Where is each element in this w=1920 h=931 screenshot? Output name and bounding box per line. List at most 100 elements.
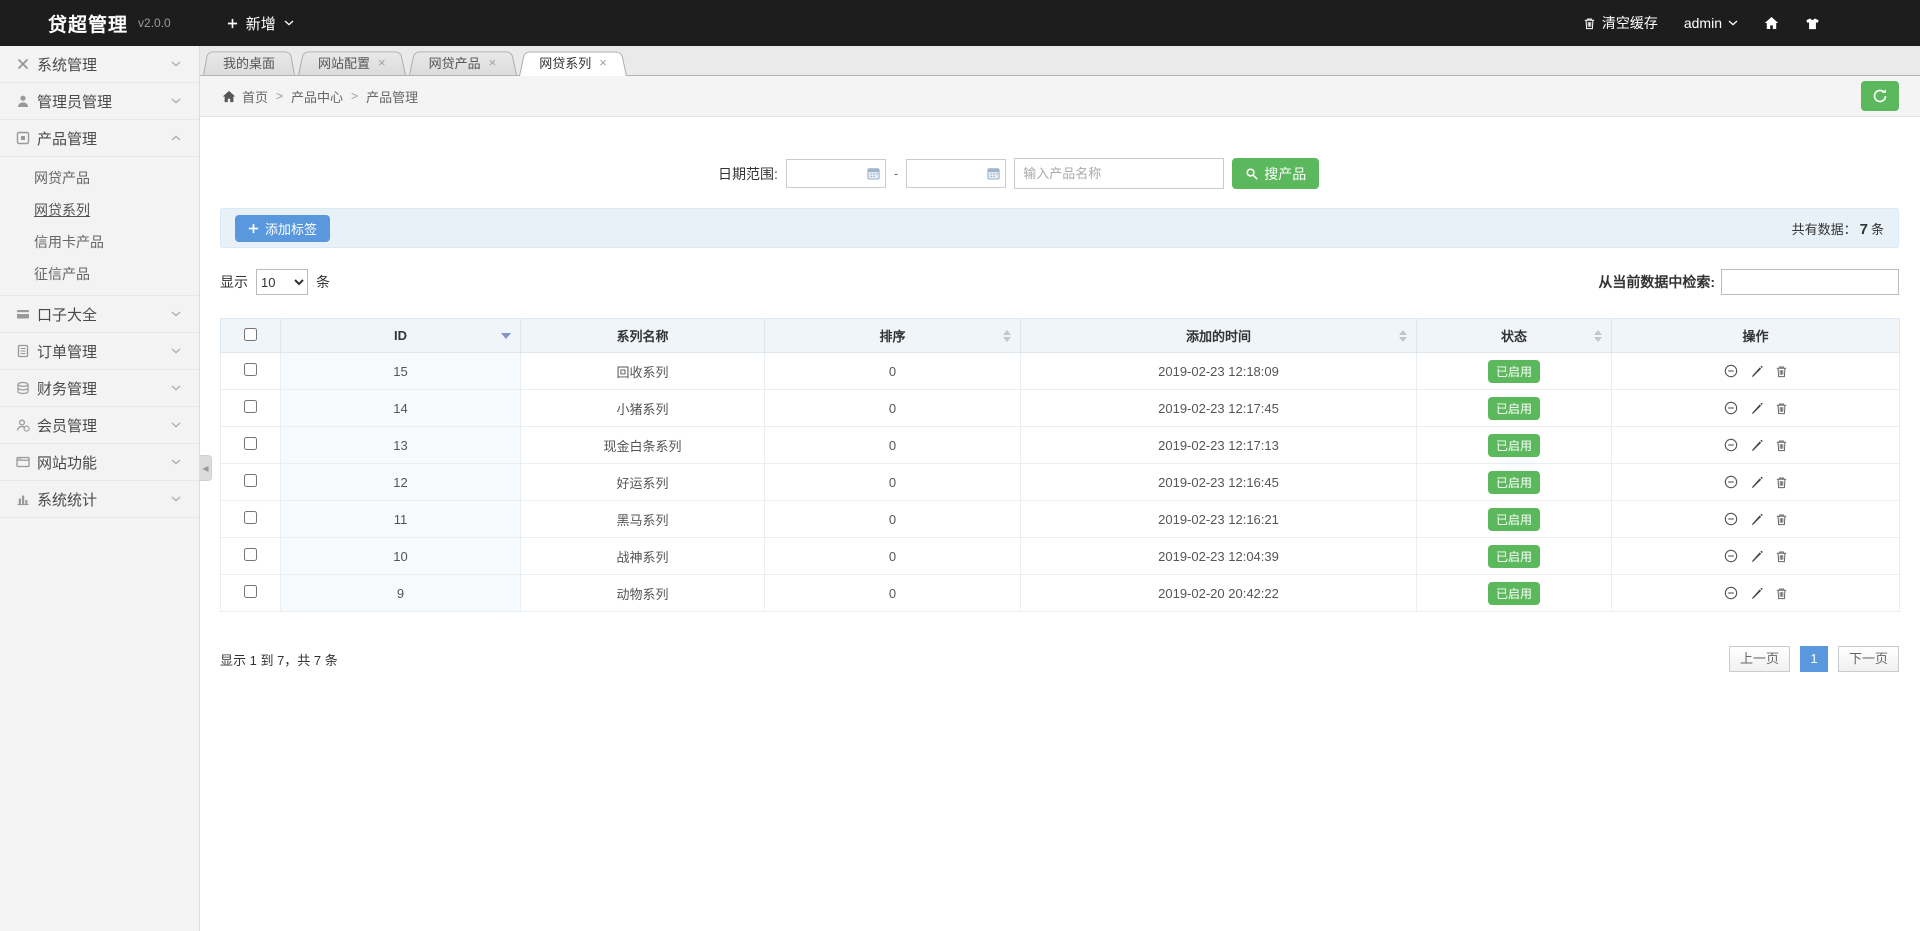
search-product-button[interactable]: 搜产品: [1232, 158, 1319, 189]
status-badge[interactable]: 已启用: [1488, 582, 1540, 605]
row-id-cell: 10: [281, 538, 521, 575]
clear-cache-button[interactable]: 清空缓存: [1583, 13, 1658, 33]
clear-cache-label: 清空缓存: [1602, 13, 1658, 33]
sidebar-item-系统统计[interactable]: 系统统计: [0, 481, 199, 518]
status-badge[interactable]: 已启用: [1488, 471, 1540, 494]
edit-icon[interactable]: [1750, 550, 1763, 563]
theme-button[interactable]: [1805, 17, 1820, 30]
sidebar-item-订单管理[interactable]: 订单管理: [0, 333, 199, 370]
tab-close-icon[interactable]: ×: [378, 56, 386, 69]
sidebar-subitem-网贷产品[interactable]: 网贷产品: [0, 162, 199, 194]
delete-icon[interactable]: [1775, 402, 1788, 415]
date-to-input[interactable]: [911, 167, 983, 181]
edit-icon[interactable]: [1750, 402, 1763, 415]
column-header-添加的时间[interactable]: 添加的时间: [1021, 319, 1417, 353]
row-order-cell: 0: [765, 464, 1021, 501]
home-button[interactable]: [1764, 16, 1779, 30]
column-header-label: 排序: [879, 329, 905, 344]
sidebar-subitem-信用卡产品[interactable]: 信用卡产品: [0, 226, 199, 258]
sidebar-item-label: 网站功能: [37, 452, 97, 473]
tab-close-icon[interactable]: ×: [489, 56, 497, 69]
row-checkbox[interactable]: [244, 437, 257, 450]
edit-icon[interactable]: [1750, 365, 1763, 378]
sidebar-item-财务管理[interactable]: 财务管理: [0, 370, 199, 407]
product-name-input[interactable]: [1014, 158, 1224, 189]
row-checkbox[interactable]: [244, 363, 257, 376]
calendar-icon[interactable]: [987, 167, 1000, 180]
minus-circle-icon[interactable]: [1724, 549, 1738, 563]
page-size-select[interactable]: 10: [256, 269, 308, 295]
date-to-field[interactable]: [906, 159, 1006, 188]
delete-icon[interactable]: [1775, 476, 1788, 489]
user-menu[interactable]: admin: [1684, 15, 1738, 31]
sidebar-item-产品管理[interactable]: 产品管理: [0, 120, 199, 157]
delete-icon[interactable]: [1775, 587, 1788, 600]
row-checkbox[interactable]: [244, 585, 257, 598]
edit-icon[interactable]: [1750, 587, 1763, 600]
add-tag-button[interactable]: 添加标签: [235, 215, 330, 242]
breadcrumb-item-首页[interactable]: 首页: [242, 87, 268, 106]
row-status-cell: 已启用: [1417, 390, 1612, 427]
sidebar-item-网站功能[interactable]: 网站功能: [0, 444, 199, 481]
tab-网贷产品[interactable]: 网贷产品×: [409, 49, 517, 75]
sidebar-item-会员管理[interactable]: 会员管理: [0, 407, 199, 444]
minus-circle-icon[interactable]: [1724, 586, 1738, 600]
tab-我的桌面[interactable]: 我的桌面: [203, 49, 295, 75]
minus-circle-icon[interactable]: [1724, 475, 1738, 489]
row-checkbox[interactable]: [244, 474, 257, 487]
next-page-button[interactable]: 下一页: [1838, 646, 1899, 672]
minus-circle-icon[interactable]: [1724, 438, 1738, 452]
calendar-icon[interactable]: [867, 167, 880, 180]
tab-网贷系列[interactable]: 网贷系列×: [519, 49, 627, 75]
delete-icon[interactable]: [1775, 439, 1788, 452]
sidebar-item-管理员管理[interactable]: 管理员管理: [0, 83, 199, 120]
tab-close-icon[interactable]: ×: [599, 56, 607, 69]
date-from-input[interactable]: [791, 167, 863, 181]
row-checkbox[interactable]: [244, 548, 257, 561]
column-header-ID[interactable]: ID: [281, 319, 521, 353]
date-from-field[interactable]: [786, 159, 886, 188]
breadcrumb-item-产品中心[interactable]: 产品中心: [291, 87, 343, 106]
edit-icon[interactable]: [1750, 439, 1763, 452]
edit-icon[interactable]: [1750, 513, 1763, 526]
new-button[interactable]: 新增: [227, 13, 294, 34]
refresh-button[interactable]: [1861, 81, 1899, 111]
status-badge[interactable]: 已启用: [1488, 434, 1540, 457]
minus-circle-icon[interactable]: [1724, 364, 1738, 378]
delete-icon[interactable]: [1775, 550, 1788, 563]
sidebar-subitem-网贷系列[interactable]: 网贷系列: [0, 194, 199, 226]
status-badge[interactable]: 已启用: [1488, 508, 1540, 531]
status-badge[interactable]: 已启用: [1488, 397, 1540, 420]
member-icon: [16, 418, 30, 432]
delete-icon[interactable]: [1775, 513, 1788, 526]
minus-circle-icon[interactable]: [1724, 401, 1738, 415]
column-header-label: 系列名称: [616, 329, 668, 344]
select-all-checkbox[interactable]: [244, 328, 257, 341]
topbar-right: 清空缓存 admin: [1583, 13, 1820, 33]
status-badge[interactable]: 已启用: [1488, 545, 1540, 568]
delete-icon[interactable]: [1775, 365, 1788, 378]
total-count-number: 7: [1860, 221, 1868, 238]
prev-page-button[interactable]: 上一页: [1729, 646, 1790, 672]
status-badge[interactable]: 已启用: [1488, 360, 1540, 383]
breadcrumb-item-产品管理[interactable]: 产品管理: [366, 87, 418, 106]
column-header-排序[interactable]: 排序: [765, 319, 1021, 353]
edit-icon[interactable]: [1750, 476, 1763, 489]
table-search-input[interactable]: [1721, 269, 1899, 295]
minus-circle-icon[interactable]: [1724, 512, 1738, 526]
sidebar-item-系统管理[interactable]: 系统管理: [0, 46, 199, 83]
sidebar-collapse-handle[interactable]: ◀: [200, 455, 212, 481]
table-row: 9动物系列02019-02-20 20:42:22已启用: [221, 575, 1900, 612]
row-ops: [1612, 438, 1899, 452]
row-checkbox-cell: [221, 353, 281, 390]
row-ops: [1612, 586, 1899, 600]
tab-网站配置[interactable]: 网站配置×: [298, 49, 406, 75]
row-checkbox[interactable]: [244, 400, 257, 413]
column-header-状态[interactable]: 状态: [1417, 319, 1612, 353]
current-page-button[interactable]: 1: [1800, 646, 1828, 672]
sidebar-subitem-征信产品[interactable]: 征信产品: [0, 258, 199, 290]
sidebar-item-口子大全[interactable]: 口子大全: [0, 296, 199, 333]
row-checkbox[interactable]: [244, 511, 257, 524]
row-order-cell: 0: [765, 427, 1021, 464]
row-id-cell: 14: [281, 390, 521, 427]
